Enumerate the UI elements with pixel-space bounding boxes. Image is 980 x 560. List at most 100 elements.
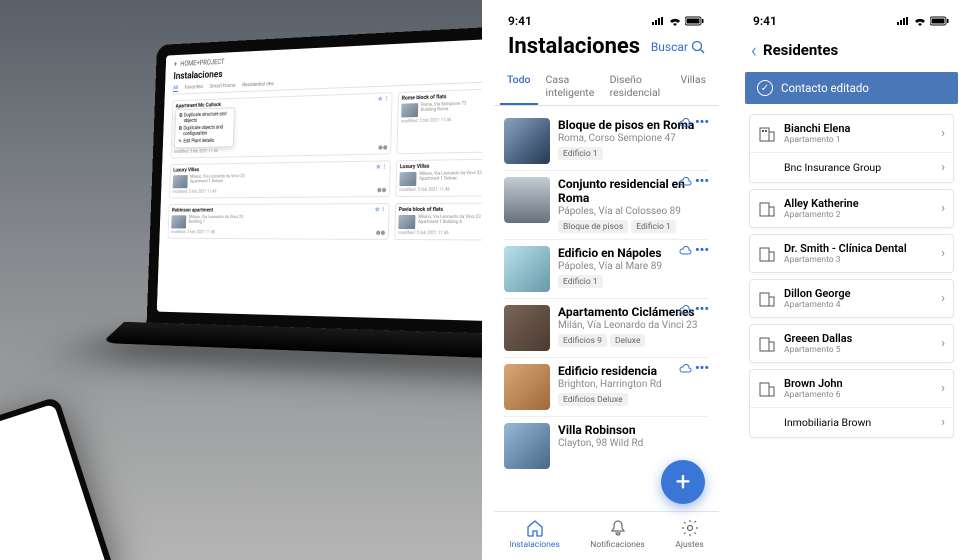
laptop-prop: + HOME+PROJECT Instalaciones All Favorit… <box>144 17 482 427</box>
status-icons <box>651 16 705 26</box>
item-subtitle: Pápoles, Vía al Mare 89 <box>558 261 709 272</box>
tab-todo[interactable]: Todo <box>500 67 538 105</box>
list-item[interactable]: Bloque de pisos en Roma Roma, Corso Semp… <box>504 112 709 171</box>
cloud-icon <box>678 246 692 256</box>
status-bar: 9:41 <box>739 0 964 34</box>
more-icon[interactable]: ••• <box>695 362 709 375</box>
resident-name: Alley Katherine <box>784 197 933 210</box>
laptop-card: Luxury Villas☆ ⋮ Milano, Via Leonardo da… <box>169 160 391 198</box>
hero-photo: Instalaciones + HOME+PROJECT Instalacion… <box>0 0 482 560</box>
resident-card[interactable]: Bianchi ElenaApartamento 1 › Bnc Insuran… <box>749 114 954 183</box>
more-icon[interactable]: ••• <box>695 116 709 129</box>
resident-name: Dr. Smith - Clínica Dental <box>784 242 933 255</box>
chevron-right-icon: › <box>941 336 945 351</box>
list-item[interactable]: Apartamento Ciclámenes Milán, Vía Leonar… <box>504 299 709 358</box>
chevron-right-icon: › <box>941 201 945 216</box>
home-icon <box>525 518 545 538</box>
list-item[interactable]: Edificio en Nápoles Pápoles, Vía al Mare… <box>504 240 709 299</box>
status-time: 9:41 <box>508 14 532 28</box>
resident-card[interactable]: Brown JohnApartamento 6 › Inmobiliaria B… <box>749 369 954 438</box>
apartment-icon <box>758 380 776 398</box>
item-subtitle: Milán, Vía Leonardo da Vinci 23 <box>558 320 709 331</box>
resident-apt: Apartamento 2 <box>784 210 933 220</box>
apartment-icon <box>758 125 776 143</box>
chevron-right-icon: › <box>941 126 945 141</box>
resident-apt: Apartamento 3 <box>784 255 933 265</box>
back-header[interactable]: ‹ Residentes <box>739 34 964 72</box>
toast-banner: ✓ Contacto editado <box>745 72 958 104</box>
cloud-icon <box>678 305 692 315</box>
list-item[interactable]: Conjunto residencial en Roma Pápoles, Ví… <box>504 171 709 240</box>
tab-bar: Instalaciones Notificaciones Ajustes <box>494 511 719 560</box>
apartment-icon <box>758 245 776 263</box>
more-icon[interactable]: ••• <box>695 303 709 316</box>
phone-screen-residentes: 9:41 ‹ Residentes ✓ Contacto editado Bia… <box>739 0 964 560</box>
phone-prop-title: Instalaciones <box>0 409 53 445</box>
tabbar-instalaciones[interactable]: Instalaciones <box>509 518 559 550</box>
item-thumbnail <box>504 177 550 223</box>
tag-chip: Edificio 1 <box>558 275 603 288</box>
tabbar-ajustes[interactable]: Ajustes <box>675 518 703 550</box>
apartment-icon <box>758 200 776 218</box>
laptop-card: Robinson apartment☆ ⋮ Milano, Via Leonar… <box>168 203 390 240</box>
list-item[interactable]: Edificio residencia Brighton, Harrington… <box>504 358 709 417</box>
residents-list: Bianchi ElenaApartamento 1 › Bnc Insuran… <box>739 104 964 438</box>
bell-icon <box>608 518 628 538</box>
item-subtitle: Pápoles, Vía al Colosseo 89 <box>558 206 709 217</box>
item-subtitle: Clayton, 98 Wild Rd <box>558 438 709 449</box>
tab-casa[interactable]: Casa inteligente <box>539 67 602 105</box>
cloud-icon <box>678 177 692 187</box>
tag-chip: Edificios Deluxe <box>558 393 628 406</box>
chevron-right-icon: › <box>941 246 945 261</box>
tab-villas[interactable]: Villas <box>674 67 713 105</box>
phone-screen-instalaciones: 9:41 Instalaciones Buscar Todo Casa inte… <box>494 0 719 560</box>
laptop-card: Apartment Mc Cullock☆ ⋮ ⧉Duplicate struc… <box>170 92 392 158</box>
laptop-card: Pavia block of flats☆ ⋮ Milano, Via Leon… <box>394 202 482 242</box>
tag-chip: Edificio 1 <box>631 220 676 233</box>
laptop-card: Rome block of flats★ ⋮ Roma, Via Sempion… <box>396 83 482 155</box>
laptop-brand: HOME+PROJECT <box>180 58 225 68</box>
item-subtitle: Roma, Corso Sempione 47 <box>558 133 709 144</box>
resident-name: Bianchi Elena <box>784 122 933 135</box>
item-thumbnail <box>504 364 550 410</box>
item-subtitle: Brighton, Harrington Rd <box>558 379 709 390</box>
cloud-icon <box>678 118 692 128</box>
filter-tabs: Todo Casa inteligente Diseño residencial… <box>494 67 719 106</box>
more-icon[interactable]: ••• <box>695 175 709 188</box>
context-menu: ⧉Duplicate structure and objects ⧉Duplic… <box>174 107 235 148</box>
more-icon[interactable]: ••• <box>695 244 709 257</box>
add-button[interactable]: + <box>661 460 705 504</box>
chevron-right-icon: › <box>941 291 945 306</box>
resident-apt: Apartamento 6 <box>784 390 933 400</box>
gear-icon <box>680 518 700 538</box>
status-icons <box>896 16 950 26</box>
tabbar-notificaciones[interactable]: Notificaciones <box>590 518 645 550</box>
page-title: Residentes <box>763 41 838 59</box>
resident-card[interactable]: Dr. Smith - Clínica DentalApartamento 3 … <box>749 234 954 273</box>
resident-apt: Apartamento 4 <box>784 300 933 310</box>
resident-card[interactable]: Dillon GeorgeApartamento 4 › <box>749 279 954 318</box>
apartment-icon <box>758 335 776 353</box>
status-bar: 9:41 <box>494 0 719 34</box>
tag-chip: Deluxe <box>610 334 645 347</box>
resident-card[interactable]: Alley KatherineApartamento 2 › <box>749 189 954 228</box>
phone-prop-screen: Instalaciones <box>0 404 109 560</box>
resident-name: Brown John <box>784 377 933 390</box>
installation-list: Bloque de pisos en Roma Roma, Corso Semp… <box>494 106 719 511</box>
toast-message: Contacto editado <box>781 81 869 95</box>
item-thumbnail <box>504 118 550 164</box>
resident-sublink[interactable]: Bnc Insurance Group› <box>750 152 953 182</box>
item-thumbnail <box>504 423 550 469</box>
tag-chip: Edificio 1 <box>558 147 603 160</box>
resident-name: Greeen Dallas <box>784 332 933 345</box>
item-title: Villa Robinson <box>558 423 709 437</box>
resident-card[interactable]: Greeen DallasApartamento 5 › <box>749 324 954 363</box>
cloud-icon <box>678 364 692 374</box>
search-button[interactable]: Buscar <box>651 40 705 54</box>
phone-prop: Instalaciones <box>0 396 116 560</box>
resident-sublink[interactable]: Inmobiliaria Brown› <box>750 407 953 437</box>
item-thumbnail <box>504 305 550 351</box>
apartment-icon <box>758 290 776 308</box>
tab-diseno[interactable]: Diseño residencial <box>603 67 673 105</box>
resident-apt: Apartamento 5 <box>784 345 933 355</box>
